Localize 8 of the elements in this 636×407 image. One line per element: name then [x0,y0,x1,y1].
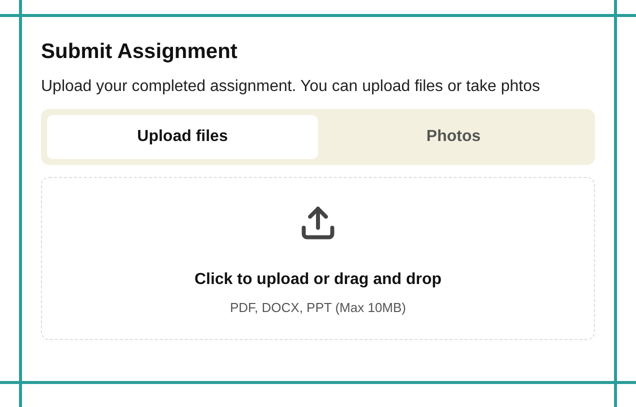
upload-prompt: Click to upload or drag and drop [194,270,442,290]
tab[interactable]: Upload files [47,115,318,159]
description: Upload your completed assignment. You can upload files or take phtos [41,77,541,97]
upload-dropzone[interactable]: Click to upload or drag and drop PDF, DOCX, PPT (Max 10MB) [41,177,595,340]
upload-icon [299,204,337,242]
file-type-hint: PDF, DOCX, PPT (Max 10MB) [230,299,406,317]
card-title: Submit Assignment [41,39,238,65]
tab[interactable]: Photos [318,115,589,159]
